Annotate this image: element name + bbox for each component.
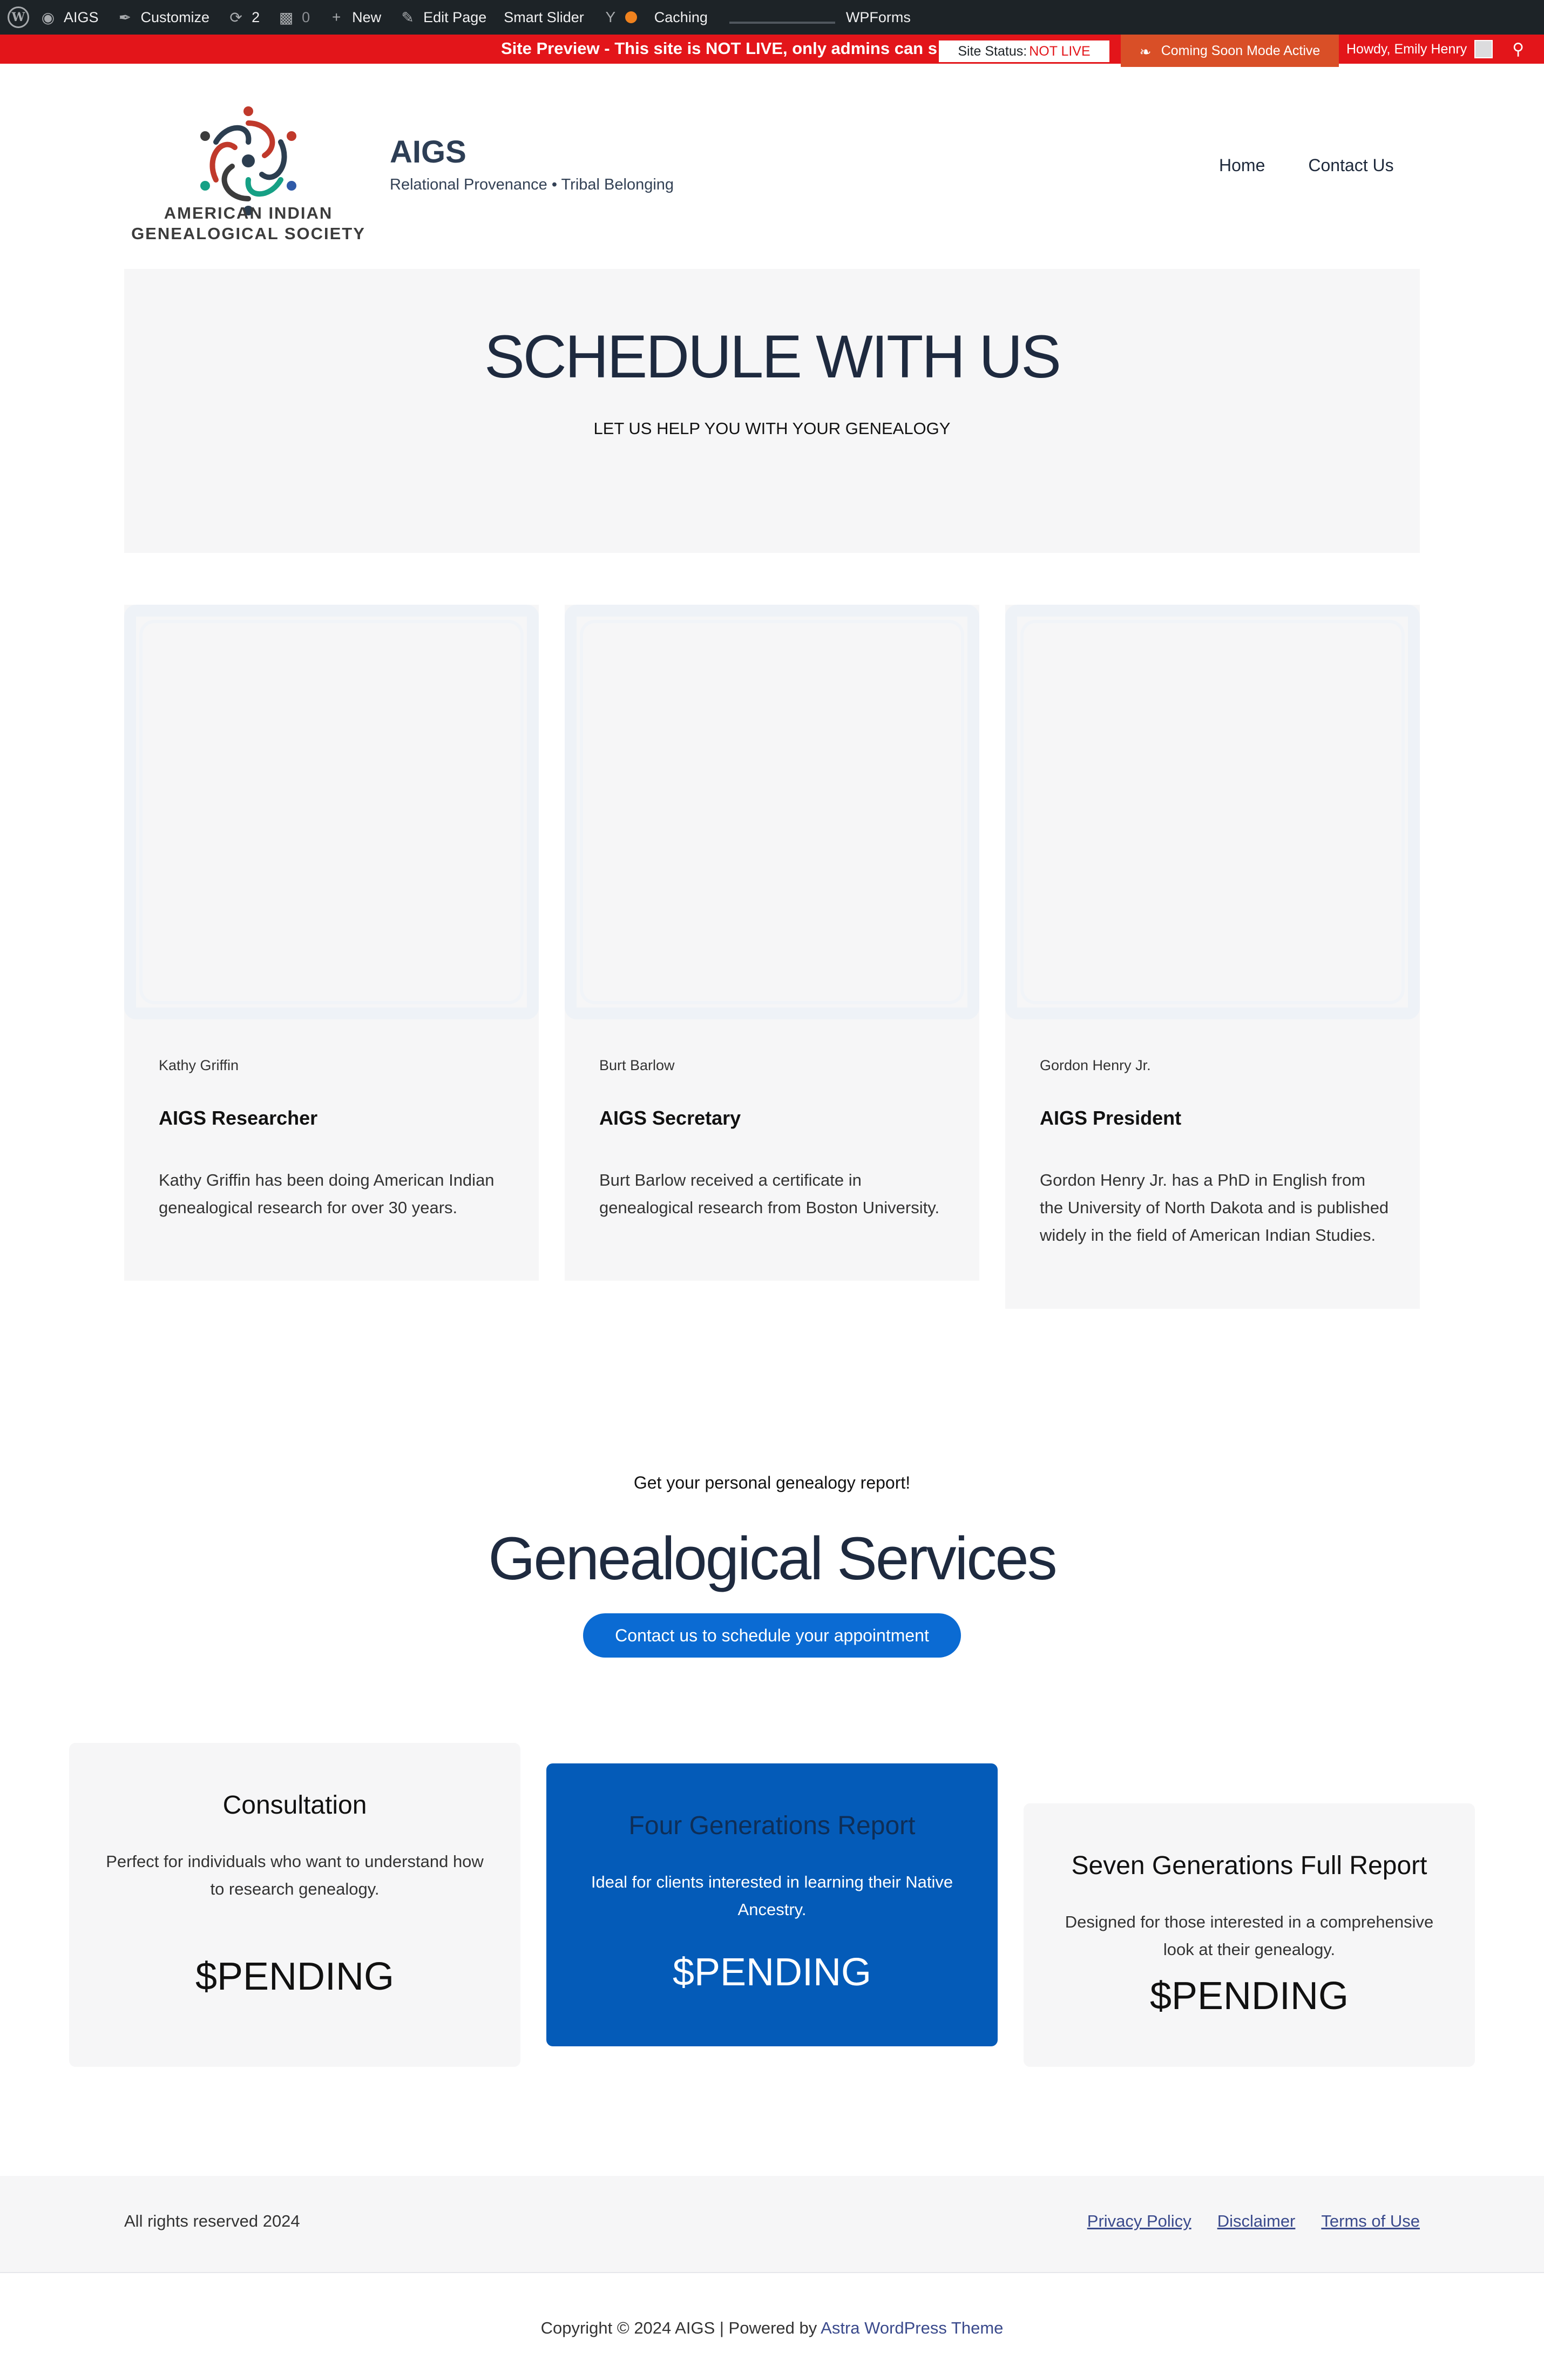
admin-customize[interactable]: ✒ Customize [107,0,219,35]
team-member-role: AIGS Researcher [159,1107,318,1129]
search-icon[interactable]: ⚲ [1512,40,1524,59]
admin-site-name-label: AIGS [64,9,99,25]
hero-section: SCHEDULE WITH US LET US HELP YOU WITH YO… [124,269,1420,553]
nav-contact-us[interactable]: Contact Us [1308,155,1393,175]
site-status-value: NOT LIVE [1029,43,1091,59]
site-status-badge[interactable]: Site Status: NOT LIVE [937,39,1111,64]
status-dot-icon [625,11,637,23]
hero-subtitle: LET US HELP YOU WITH YOUR GENEALOGY [593,419,951,438]
plan-price: $PENDING [1149,1975,1349,2018]
footer-copyright: Copyright © 2024 AIGS | Powered by Astra… [0,2318,1544,2338]
logo-text-line2: GENEALOGICAL SOCIETY [131,224,365,243]
team-card: Burt Barlow AIGS Secretary Burt Barlow r… [565,605,979,1281]
team-member-name: Gordon Henry Jr. [1040,1057,1151,1073]
admin-new-label: New [352,9,382,25]
footer-links: Privacy Policy Disclaimer Terms of Use [1087,2212,1420,2231]
team-card: Gordon Henry Jr. AIGS President Gordon H… [1005,605,1420,1309]
hero-title: SCHEDULE WITH US [484,323,1061,390]
yoast-icon: Y [605,9,616,25]
plan-description: Designed for those interested in a compr… [1065,1912,1434,1959]
brush-icon: ✒ [118,9,132,26]
admin-smart-slider-label: Smart Slider [504,9,584,25]
team-photo [565,605,979,1019]
pencil-icon: ✎ [401,9,414,26]
plan-card-seven-generations: Seven Generations Full Report Designed f… [1024,1803,1475,2067]
admin-wpforms-label: WPForms [845,9,911,25]
services-title: Genealogical Services [488,1525,1057,1592]
plan-description: Perfect for individuals who want to unde… [106,1852,484,1898]
admin-new[interactable]: + New [319,0,390,35]
admin-customize-label: Customize [140,9,210,25]
team-member-name: Burt Barlow [599,1057,675,1073]
logo-wordmark: AMERICAN INDIAN GENEALOGICAL SOCIETY [124,203,373,244]
plan-card-four-generations: Four Generations Report Ideal for client… [546,1763,998,2046]
site-status-label: Site Status: [958,43,1027,59]
team-member-role: AIGS Secretary [599,1107,741,1129]
footer-bottom-bar: Copyright © 2024 AIGS | Powered by Astra… [0,2274,1544,2380]
schedule-appointment-button[interactable]: Contact us to schedule your appointment [583,1613,961,1658]
footer-link-privacy-policy[interactable]: Privacy Policy [1087,2212,1191,2231]
avatar [1474,40,1493,58]
plan-title: Consultation [222,1791,367,1820]
admin-account-menu[interactable]: Howdy, Emily Henry ⚲ [1339,35,1544,64]
plan-title: Seven Generations Full Report [1071,1851,1427,1880]
admin-yoast[interactable]: Y [593,0,640,35]
footer-rights: All rights reserved 2024 [124,2212,300,2230]
logo-text-line1: AMERICAN INDIAN [164,204,333,222]
team-member-role: AIGS President [1040,1107,1182,1129]
admin-edit-page-label: Edit Page [423,9,487,25]
admin-bar: W ◉ AIGS ✒ Customize ⟳ 2 ▩ 0 + New ✎ Edi… [0,0,1544,35]
updates-icon: ⟳ [229,9,242,26]
site-tagline: Relational Provenance • Tribal Belonging [390,176,674,193]
admin-caching-label: Caching [654,9,708,25]
admin-updates[interactable]: ⟳ 2 [218,0,268,35]
coming-soon-mode-button[interactable]: ❧ Coming Soon Mode Active [1121,35,1339,67]
astra-theme-link[interactable]: Astra WordPress Theme [821,2318,1003,2337]
team-photo [124,605,539,1019]
admin-smart-slider[interactable]: Smart Slider [495,0,593,35]
team-member-bio: Kathy Griffin has been doing American In… [159,1171,495,1217]
plan-price: $PENDING [195,1955,395,1998]
team-member-bio: Burt Barlow received a certificate in ge… [599,1171,940,1217]
primary-nav: Home Contact Us [1219,155,1394,175]
wordpress-icon: W [8,6,29,28]
admin-site-name[interactable]: ◉ AIGS [38,0,107,35]
plus-icon: + [331,9,341,25]
footer-link-terms-of-use[interactable]: Terms of Use [1321,2212,1420,2231]
site-title[interactable]: AIGS [390,134,466,170]
plan-description: Ideal for clients interested in learning… [591,1872,953,1919]
caching-progress-bar [729,22,835,24]
services-kicker: Get your personal genealogy report! [633,1473,911,1492]
comment-icon: ▩ [279,9,294,26]
plan-title: Four Generations Report [628,1811,916,1840]
howdy-label: Howdy, Emily Henry [1346,41,1467,57]
coming-soon-label: Coming Soon Mode Active [1161,43,1320,58]
team-member-name: Kathy Griffin [159,1057,239,1073]
plan-price: $PENDING [672,1951,872,1994]
leaf-icon: ❧ [1139,44,1152,60]
team-card: Kathy Griffin AIGS Researcher Kathy Grif… [124,605,539,1281]
footer-top-bar: All rights reserved 2024 Privacy Policy … [0,2176,1544,2273]
admin-comments[interactable]: ▩ 0 [268,0,319,35]
team-member-bio: Gordon Henry Jr. has a PhD in English fr… [1040,1171,1389,1245]
copyright-text: Copyright © 2024 AIGS | Powered by [540,2318,821,2337]
team-photo [1005,605,1420,1019]
nav-home[interactable]: Home [1219,155,1265,175]
admin-wpforms[interactable]: WPForms [835,0,919,35]
plan-card-consultation: Consultation Perfect for individuals who… [69,1743,520,2067]
admin-edit-page[interactable]: ✎ Edit Page [390,0,495,35]
site-preview-message: Site Preview - This site is NOT LIVE, on… [501,39,937,58]
admin-updates-count: 2 [252,9,260,25]
dashboard-icon: ◉ [41,9,55,26]
site-header: AMERICAN INDIAN GENEALOGICAL SOCIETY AIG… [0,64,1544,269]
admin-comments-count: 0 [302,9,310,25]
wp-logo-menu[interactable]: W [0,0,38,35]
footer-link-disclaimer[interactable]: Disclaimer [1217,2212,1296,2231]
admin-caching[interactable]: Caching [640,0,716,35]
